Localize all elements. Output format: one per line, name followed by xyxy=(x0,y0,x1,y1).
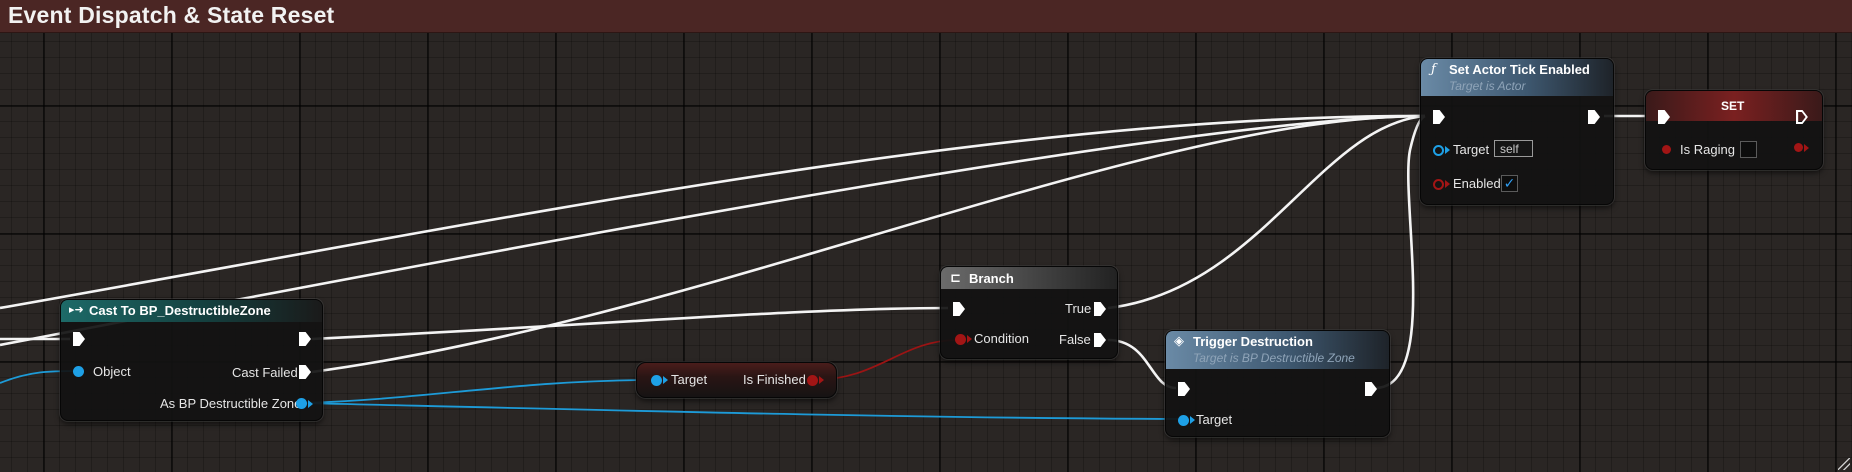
set-var-input-pin[interactable] xyxy=(1662,145,1671,154)
set-tick-node-subtitle: Target is Actor xyxy=(1449,79,1526,93)
is-finished-output-pin[interactable] xyxy=(807,375,818,386)
branch-true-pin[interactable] xyxy=(1094,302,1106,316)
set-tick-exec-out-pin[interactable] xyxy=(1588,110,1600,124)
set-tick-target-pin[interactable] xyxy=(1433,145,1444,156)
cast-exec-in-pin[interactable] xyxy=(73,332,85,346)
branch-false-pin[interactable] xyxy=(1094,333,1106,347)
trigger-destruction-node[interactable]: ◈ Trigger Destruction Target is BP Destr… xyxy=(1165,330,1390,437)
set-tick-node-title: Set Actor Tick Enabled xyxy=(1449,62,1590,77)
branch-condition-arrow xyxy=(967,335,972,343)
cast-exec-out-pin[interactable] xyxy=(299,332,311,346)
is-finished-node[interactable]: Target Is Finished xyxy=(636,362,837,398)
trigger-target-arrow xyxy=(1190,416,1195,424)
set-variable-node[interactable]: SET Is Raging xyxy=(1645,90,1823,170)
trigger-target-pin[interactable] xyxy=(1178,415,1189,426)
graph-title: Event Dispatch & State Reset xyxy=(8,2,335,28)
is-finished-target-pin[interactable] xyxy=(651,375,662,386)
set-tick-target-input[interactable]: self xyxy=(1494,140,1533,157)
set-actor-tick-node[interactable]: ƒ Set Actor Tick Enabled Target is Actor… xyxy=(1420,58,1614,205)
cast-as-pin[interactable] xyxy=(296,398,307,409)
exec-wire-cast-then-to-branch xyxy=(311,306,949,341)
set-var-label: Is Raging xyxy=(1680,142,1735,157)
branch-true-label: True xyxy=(1065,301,1092,316)
branch-false-label: False xyxy=(1059,332,1091,347)
cast-object-label: Object xyxy=(93,364,131,379)
branch-condition-pin[interactable] xyxy=(955,334,966,345)
cast-failed-exec-pin[interactable] xyxy=(299,365,311,379)
set-tick-target-arrow xyxy=(1445,146,1450,154)
set-var-checkbox[interactable] xyxy=(1740,141,1757,158)
branch-condition-label: Condition xyxy=(974,331,1029,346)
is-finished-target-arrow xyxy=(663,376,668,384)
function-icon: ƒ xyxy=(1431,62,1436,77)
set-var-output-arrow xyxy=(1804,144,1809,152)
exec-wire-true-to-settick xyxy=(1107,114,1426,310)
set-tick-enabled-label: Enabled xyxy=(1453,176,1501,191)
is-finished-target-label: Target xyxy=(671,372,708,387)
cast-object-pin[interactable] xyxy=(73,366,84,377)
set-tick-enabled-checkbox[interactable]: ✓ xyxy=(1501,175,1518,192)
trigger-exec-in-pin[interactable] xyxy=(1178,382,1190,396)
trigger-exec-out-pin[interactable] xyxy=(1365,382,1377,396)
cast-icon: ▸➜ xyxy=(69,304,84,316)
set-tick-enabled-arrow xyxy=(1445,180,1450,188)
graph-title-bar: Event Dispatch & State Reset xyxy=(0,0,1852,33)
cast-as-label: As BP Destructible Zone xyxy=(160,396,302,411)
trigger-node-subtitle: Target is BP Destructible Zone xyxy=(1193,351,1355,365)
is-finished-output-label: Is Finished xyxy=(743,372,806,387)
is-finished-output-arrow xyxy=(819,376,824,384)
object-wire-as-to-isfinished xyxy=(301,379,656,404)
trigger-target-label: Target xyxy=(1196,412,1233,427)
resize-grip-icon[interactable] xyxy=(1838,458,1850,470)
event-icon: ◈ xyxy=(1174,333,1184,348)
set-var-output-pin[interactable] xyxy=(1794,143,1803,152)
cast-failed-label: Cast Failed xyxy=(232,365,298,380)
cast-node-title: Cast To BP_DestructibleZone xyxy=(89,303,271,318)
exec-wire-offscreen-to-settick-1 xyxy=(0,114,1426,310)
branch-node[interactable]: ⊏ Branch True Condition False xyxy=(940,266,1118,359)
branch-icon: ⊏ xyxy=(950,270,961,285)
branch-node-header xyxy=(941,267,1117,289)
object-wire-as-to-trigger xyxy=(301,402,1181,420)
set-tick-target-label: Target xyxy=(1453,142,1490,157)
set-tick-exec-in-pin[interactable] xyxy=(1433,110,1445,124)
set-var-node-title: SET xyxy=(1721,99,1745,113)
branch-exec-in-pin[interactable] xyxy=(953,302,965,316)
branch-node-title: Branch xyxy=(969,271,1014,286)
cast-node[interactable]: ▸➜ Cast To BP_DestructibleZone Object Ca… xyxy=(60,299,323,421)
trigger-node-title: Trigger Destruction xyxy=(1193,334,1313,349)
cast-as-pin-arrow xyxy=(308,400,313,408)
set-tick-enabled-pin[interactable] xyxy=(1433,179,1444,190)
